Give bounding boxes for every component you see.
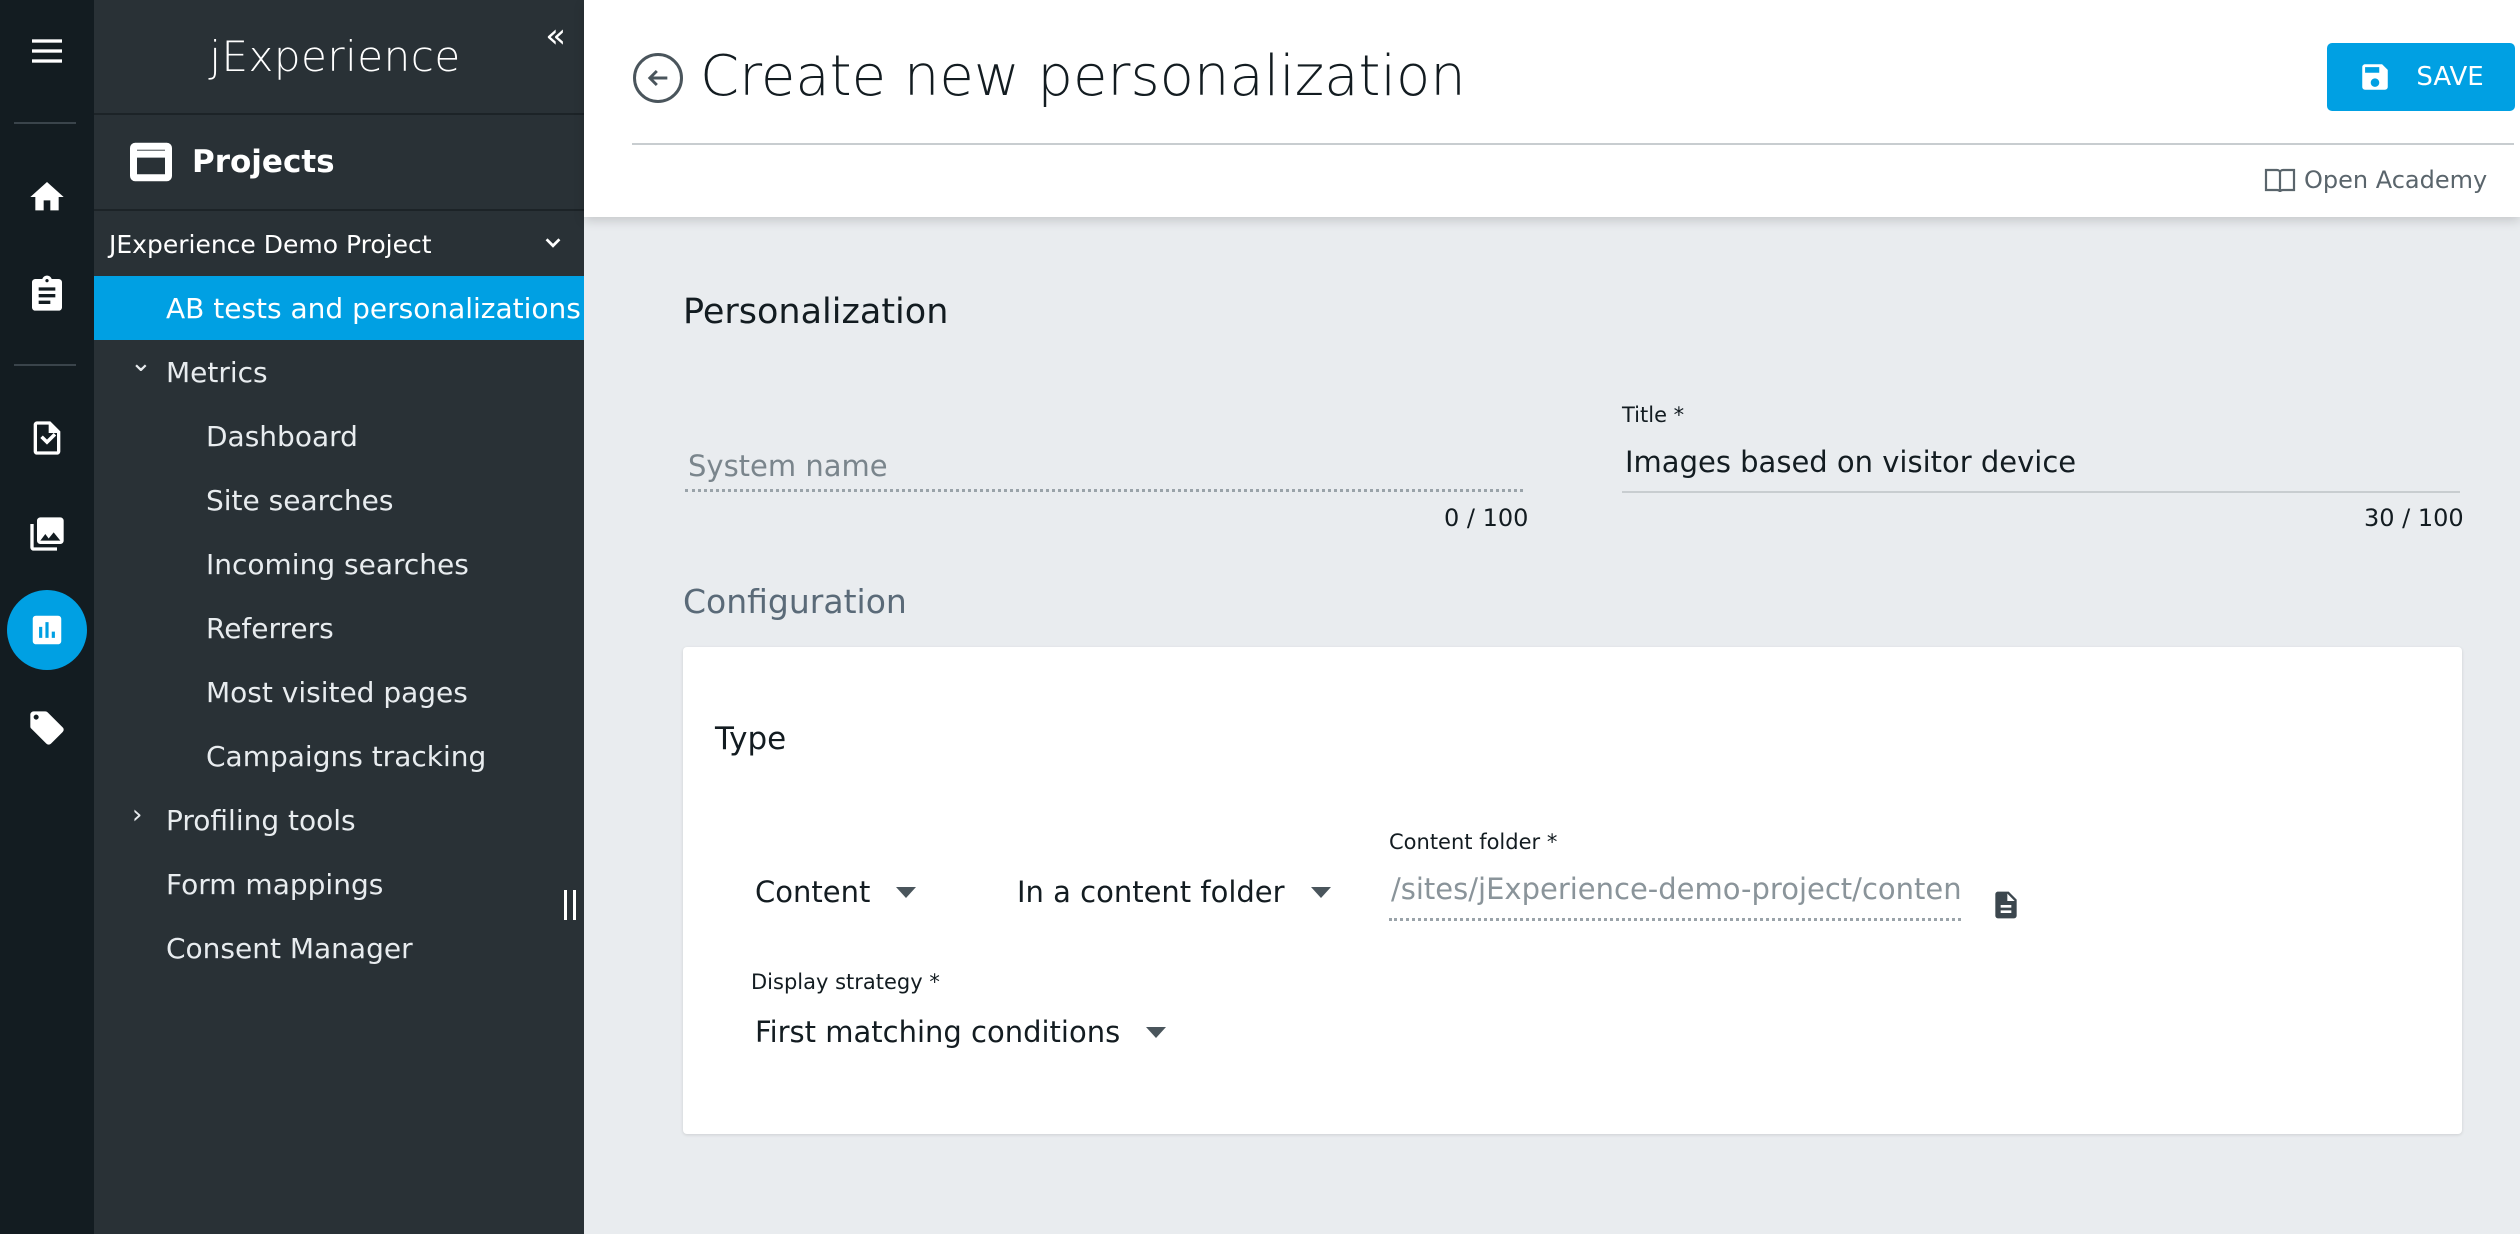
location-value: In a content folder	[1017, 875, 1285, 909]
sidebar-item-metrics[interactable]: ⌄ Metrics	[94, 340, 584, 404]
configuration-card: Type Content In a content folder Content…	[683, 647, 2462, 1134]
sidebar-item-form-mappings[interactable]: Form mappings	[94, 852, 584, 916]
sidebar-item-profiling-tools[interactable]: › Profiling tools	[94, 788, 584, 852]
collapse-sidebar-button[interactable]: «	[545, 16, 566, 56]
sidebar: jExperience « Projects JExperience Demo …	[94, 0, 584, 1234]
project-name: JExperience Demo Project	[109, 229, 432, 259]
sidebar-item-ab-tests[interactable]: AB tests and personalizations	[94, 276, 584, 340]
analytics-active-indicator	[7, 590, 87, 670]
page-title: Create new personalization	[700, 44, 1466, 109]
title-field-label: Title *	[1622, 403, 1685, 427]
images-icon	[30, 517, 64, 551]
rail-divider	[14, 364, 76, 366]
system-name-input[interactable]: System name	[688, 449, 888, 483]
chevron-down-icon	[545, 238, 561, 248]
display-strategy-value: First matching conditions	[755, 1015, 1121, 1049]
back-button[interactable]	[633, 53, 683, 103]
system-name-underline	[685, 489, 1523, 492]
tag-icon	[30, 711, 64, 745]
sidebar-item-most-visited-pages[interactable]: Most visited pages	[94, 660, 584, 724]
content-settings-button[interactable]	[0, 398, 94, 478]
title-input[interactable]: Images based on visitor device	[1625, 445, 2076, 479]
title-counter: 30 / 100	[2364, 504, 2464, 532]
analytics-icon	[32, 615, 62, 645]
home-button[interactable]	[0, 157, 94, 237]
document-settings-icon	[33, 421, 61, 455]
caret-down-icon	[896, 886, 917, 898]
location-select[interactable]: In a content folder	[1017, 875, 1331, 909]
save-label: SAVE	[2416, 62, 2484, 92]
home-icon	[30, 182, 64, 211]
tags-button[interactable]	[0, 688, 94, 768]
sidebar-resize-handle[interactable]	[564, 890, 576, 920]
sidebar-item-label: Profiling tools	[166, 803, 356, 837]
projects-link[interactable]: Projects	[94, 115, 584, 211]
menu-button[interactable]	[0, 11, 94, 91]
sidebar-item-dashboard[interactable]: Dashboard	[94, 404, 584, 468]
personalization-heading: Personalization	[683, 292, 949, 332]
sidebar-item-label: Form mappings	[166, 867, 384, 901]
configuration-heading: Configuration	[683, 582, 907, 621]
content-folder-input[interactable]: /sites/jExperience-demo-project/contents	[1391, 872, 1961, 906]
chevron-down-icon: ⌄	[130, 348, 152, 378]
analytics-button[interactable]	[0, 590, 94, 670]
content-folder-underline	[1389, 918, 1961, 921]
menu-icon	[32, 39, 62, 63]
sidebar-item-consent-manager[interactable]: Consent Manager	[94, 916, 584, 980]
save-button[interactable]: SAVE	[2327, 43, 2515, 111]
open-academy-label: Open Academy	[2304, 166, 2488, 194]
sidebar-item-label: Metrics	[166, 355, 268, 389]
sidebar-item-referrers[interactable]: Referrers	[94, 596, 584, 660]
content-folder-label: Content folder *	[1389, 830, 1558, 854]
display-strategy-label: Display strategy *	[751, 970, 940, 994]
sidebar-item-label: AB tests and personalizations	[166, 291, 581, 325]
sidebar-item-label: Referrers	[206, 611, 334, 645]
project-selector[interactable]: JExperience Demo Project	[94, 212, 584, 276]
document-picker-icon[interactable]	[1990, 887, 2022, 923]
sidebar-item-label: Consent Manager	[166, 931, 413, 965]
media-button[interactable]	[0, 494, 94, 574]
content-type-value: Content	[755, 875, 871, 909]
title-underline	[1622, 491, 2460, 493]
header-divider	[632, 143, 2514, 145]
window-icon	[130, 142, 172, 182]
sidebar-item-label: Most visited pages	[206, 675, 468, 709]
type-heading: Type	[715, 721, 787, 757]
icon-rail	[0, 0, 94, 1234]
save-icon	[2362, 64, 2389, 90]
arrow-left-icon	[647, 69, 668, 87]
rail-divider	[14, 122, 76, 124]
sidebar-item-label: Dashboard	[206, 419, 358, 453]
caret-down-icon	[1146, 1026, 1167, 1038]
open-academy-link[interactable]: Open Academy	[2264, 166, 2487, 194]
chevron-right-icon: ›	[132, 800, 143, 830]
clipboard-icon	[32, 275, 62, 311]
sidebar-item-label: Incoming searches	[206, 547, 469, 581]
sidebar-item-label: Campaigns tracking	[206, 739, 487, 773]
page-header: Create new personalization SAVE Open Aca…	[584, 0, 2520, 217]
brand-name: jExperience	[209, 32, 461, 81]
book-icon	[2264, 168, 2296, 193]
display-strategy-select[interactable]: First matching conditions	[755, 1015, 1167, 1049]
sidebar-item-incoming-searches[interactable]: Incoming searches	[94, 532, 584, 596]
projects-label: Projects	[192, 144, 335, 180]
sidebar-item-site-searches[interactable]: Site searches	[94, 468, 584, 532]
clipboard-button[interactable]	[0, 254, 94, 334]
brand-logo: jExperience	[94, 0, 584, 115]
system-name-counter: 0 / 100	[1444, 504, 1529, 532]
content-type-select[interactable]: Content	[755, 875, 917, 909]
sidebar-item-campaigns-tracking[interactable]: Campaigns tracking	[94, 724, 584, 788]
caret-down-icon	[1310, 886, 1331, 898]
sidebar-item-label: Site searches	[206, 483, 394, 517]
